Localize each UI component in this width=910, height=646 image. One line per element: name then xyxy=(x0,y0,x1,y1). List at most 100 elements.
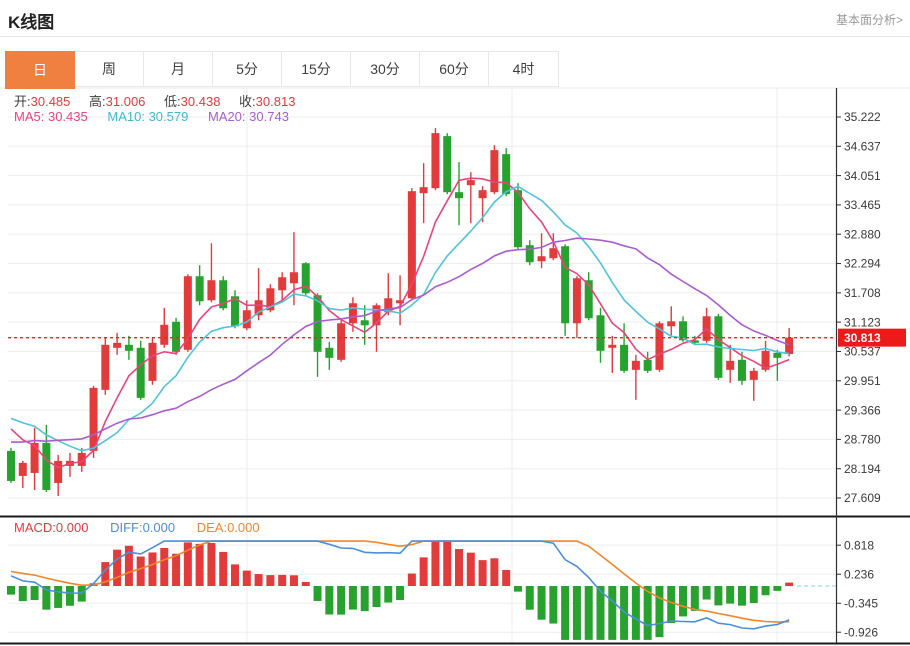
svg-text:33.465: 33.465 xyxy=(844,198,881,212)
candle-body xyxy=(290,272,298,283)
macd-bar xyxy=(278,575,286,586)
svg-text:30.813: 30.813 xyxy=(844,331,881,345)
candle-body xyxy=(467,180,475,185)
macd-bar xyxy=(302,582,310,586)
high-value: 31.006 xyxy=(106,94,146,109)
macd-info: MACD:0.000 DIFF:0.000 DEA:0.000 xyxy=(14,520,260,535)
macd-bar xyxy=(349,586,357,610)
macd-bar xyxy=(703,586,711,600)
candle-body xyxy=(431,133,439,188)
macd-bar xyxy=(538,586,546,620)
candle-body xyxy=(644,360,652,371)
macd-bar xyxy=(773,586,781,591)
candle-body xyxy=(526,245,534,262)
ma20-line xyxy=(11,238,789,442)
candle-body xyxy=(19,463,27,476)
ohlc-info: 开:30.485 高:31.006 低:30.438 收:30.813 xyxy=(14,91,310,110)
kline-page: 35.22234.63734.05133.46532.88032.29431.7… xyxy=(0,0,910,646)
candle-body xyxy=(207,280,215,300)
macd-bar xyxy=(467,553,475,586)
fundamental-analysis-link[interactable]: 基本面分析> xyxy=(836,11,903,28)
ma5-label: MA5: xyxy=(14,109,44,124)
macd-bar xyxy=(172,554,180,586)
period-tab-2[interactable]: 周 xyxy=(75,52,144,86)
candle-body xyxy=(549,248,557,258)
period-tab-8[interactable]: 4时 xyxy=(489,52,558,86)
macd-bar xyxy=(726,586,734,604)
price-axis-labels: 35.22234.63734.05133.46532.88032.29431.7… xyxy=(836,110,881,505)
candle-body xyxy=(561,246,569,323)
macd-label: MACD: xyxy=(14,520,56,535)
macd-bar xyxy=(7,586,15,595)
macd-value: 0.000 xyxy=(56,520,89,535)
period-tab-4[interactable]: 5分 xyxy=(213,52,282,86)
macd-bar xyxy=(667,586,675,623)
diff-label: DIFF: xyxy=(110,520,143,535)
ma10-label: MA10: xyxy=(107,109,145,124)
candle-body xyxy=(113,343,121,348)
macd-bar xyxy=(561,586,569,640)
macd-bar xyxy=(762,586,770,595)
svg-text:0.236: 0.236 xyxy=(844,567,874,581)
dea-value: 0.000 xyxy=(227,520,260,535)
macd-bar xyxy=(514,586,522,592)
candle-body xyxy=(597,315,605,351)
open-label: 开: xyxy=(14,94,31,109)
macd-histogram xyxy=(7,541,793,640)
svg-text:30.537: 30.537 xyxy=(844,345,881,359)
candle-body xyxy=(538,256,546,261)
macd-bar xyxy=(431,541,439,586)
svg-text:-0.345: -0.345 xyxy=(844,596,878,610)
macd-axis-labels: 0.8180.236-0.345-0.926 xyxy=(836,538,878,639)
macd-bar xyxy=(255,574,263,586)
period-tab-6[interactable]: 30分 xyxy=(351,52,420,86)
period-tab-1[interactable]: 日 xyxy=(5,51,75,89)
candle-body xyxy=(420,187,428,193)
macd-bar xyxy=(408,574,416,586)
macd-bar xyxy=(632,586,640,640)
macd-bar xyxy=(644,586,652,640)
candle-body xyxy=(337,323,345,360)
candle-body xyxy=(196,276,204,301)
diff-value: 0.000 xyxy=(143,520,176,535)
candle-body xyxy=(502,154,510,194)
macd-bar xyxy=(549,586,557,624)
period-tab-5[interactable]: 15分 xyxy=(282,52,351,86)
macd-bar xyxy=(231,564,239,586)
macd-bar xyxy=(490,558,498,586)
candle-body xyxy=(54,461,62,483)
macd-bar xyxy=(679,586,687,616)
macd-bar xyxy=(325,586,333,615)
macd-bar xyxy=(148,552,156,586)
macd-bar xyxy=(443,542,451,586)
macd-bar xyxy=(196,544,204,586)
macd-bar xyxy=(361,586,369,611)
candle-body xyxy=(148,343,156,381)
candle-body xyxy=(773,353,781,358)
candle-body xyxy=(172,322,180,352)
candle-body xyxy=(632,361,640,370)
candle-body xyxy=(738,360,746,381)
candle-body xyxy=(137,348,145,398)
svg-text:32.880: 32.880 xyxy=(844,227,881,241)
macd-bar xyxy=(372,586,380,607)
period-tab-7[interactable]: 60分 xyxy=(420,52,489,86)
candle-body xyxy=(278,277,286,290)
macd-bar xyxy=(738,586,746,606)
period-tab-3[interactable]: 月 xyxy=(144,52,213,86)
macd-bar xyxy=(384,586,392,603)
ma10-value: 30.579 xyxy=(149,109,189,124)
macd-bar xyxy=(585,586,593,640)
macd-bar xyxy=(655,586,663,637)
svg-text:34.637: 34.637 xyxy=(844,139,881,153)
candle-body xyxy=(785,338,793,354)
svg-text:34.051: 34.051 xyxy=(844,169,881,183)
candle-body xyxy=(479,190,487,198)
macd-bar xyxy=(160,548,168,586)
candle-body xyxy=(455,192,463,198)
macd-bar xyxy=(54,586,62,608)
candle-body xyxy=(750,371,758,380)
macd-bar xyxy=(19,586,27,601)
ma-info: MA5: 30.435 MA10: 30.579 MA20: 30.743 xyxy=(14,109,289,124)
current-price-badge: 30.813 xyxy=(838,329,906,347)
